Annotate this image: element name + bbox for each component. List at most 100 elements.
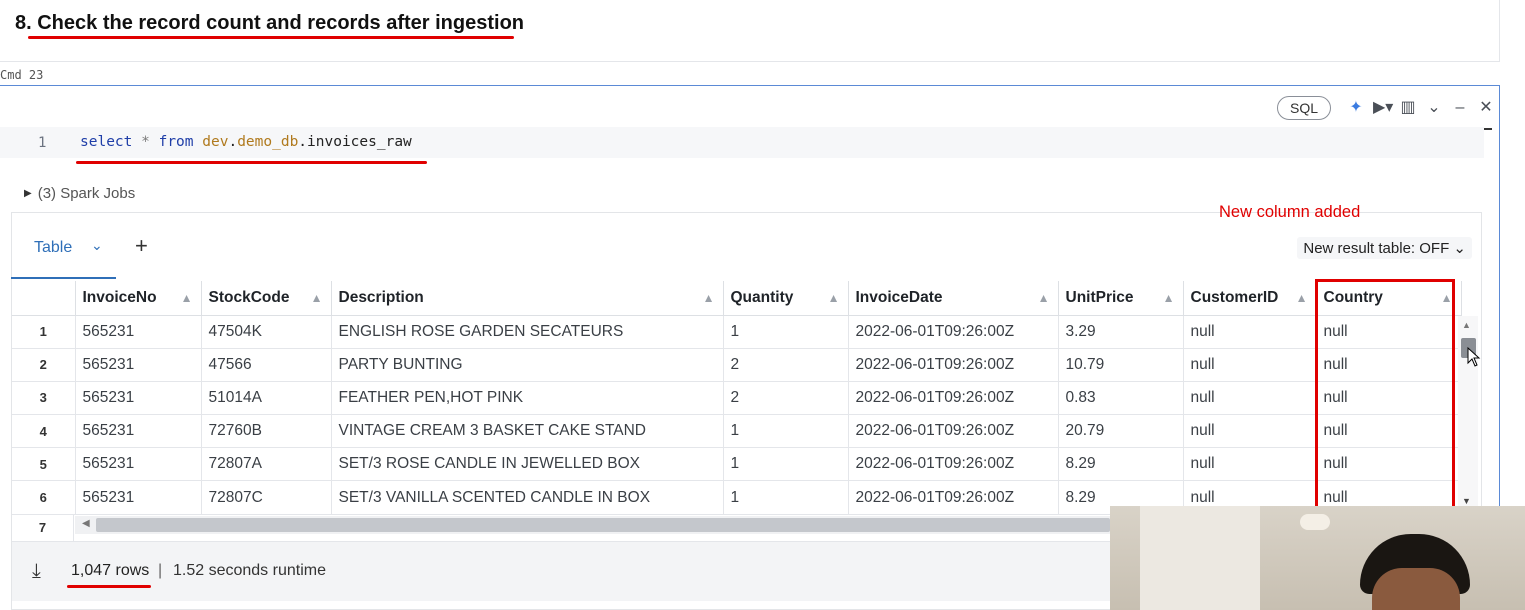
column-header[interactable]: Quantity ▲ bbox=[723, 281, 849, 316]
table-cell[interactable]: null bbox=[1183, 348, 1317, 382]
scroll-left-icon[interactable]: ◀ bbox=[82, 518, 90, 529]
minimize-icon[interactable]: – bbox=[1451, 99, 1469, 117]
table-row[interactable]: 5 565231 72807A SET/3 ROSE CANDLE IN JEW… bbox=[12, 447, 1462, 482]
annotation-text: New column added bbox=[1219, 203, 1361, 221]
column-header-label: UnitPrice bbox=[1065, 288, 1134, 306]
chevron-down-icon[interactable]: ⌄ bbox=[91, 237, 103, 254]
chevron-down-icon[interactable]: ⌄ bbox=[1425, 99, 1443, 117]
table-cell[interactable]: 72807A bbox=[201, 447, 332, 482]
table-cell[interactable]: PARTY BUNTING bbox=[331, 348, 724, 382]
chevron-down-icon: ⌄ bbox=[1453, 240, 1466, 257]
webcam-overlay bbox=[1110, 506, 1525, 610]
table-cell[interactable]: 2022-06-01T09:26:00Z bbox=[848, 381, 1059, 416]
red-underline-code bbox=[76, 161, 427, 164]
table-cell[interactable]: 51014A bbox=[201, 381, 332, 416]
result-tabbar: Table ⌄ + New result table: OFF ⌄ bbox=[11, 228, 1482, 280]
sparkle-icon[interactable]: ✦ bbox=[1347, 99, 1365, 117]
table-cell[interactable]: 565231 bbox=[75, 315, 202, 349]
table-cell[interactable]: 2022-06-01T09:26:00Z bbox=[848, 447, 1059, 482]
background-window bbox=[1140, 506, 1260, 610]
table-cell[interactable]: 8.29 bbox=[1058, 447, 1184, 482]
table-cell[interactable]: 1 bbox=[723, 414, 849, 449]
code-star: * bbox=[132, 134, 159, 150]
spark-jobs-toggle[interactable]: ▶ (3) Spark Jobs bbox=[24, 185, 135, 202]
sort-icon[interactable]: ▲ bbox=[828, 291, 840, 305]
table-cell[interactable]: 2022-06-01T09:26:00Z bbox=[848, 315, 1059, 349]
table-cell[interactable]: null bbox=[1183, 414, 1317, 449]
table-cell[interactable]: 2022-06-01T09:26:00Z bbox=[848, 480, 1059, 515]
sort-icon[interactable]: ▲ bbox=[703, 291, 715, 305]
line-number: 1 bbox=[38, 135, 47, 151]
table-cell[interactable]: 2022-06-01T09:26:00Z bbox=[848, 414, 1059, 449]
section-heading: 8. Check the record count and records af… bbox=[15, 12, 525, 34]
table-cell[interactable]: 72807C bbox=[201, 480, 332, 515]
add-tab-icon[interactable]: + bbox=[135, 233, 148, 259]
table-cell[interactable]: 565231 bbox=[75, 480, 202, 515]
table-cell[interactable]: 565231 bbox=[75, 381, 202, 416]
table-cell[interactable]: 20.79 bbox=[1058, 414, 1184, 449]
code-table: invoices_raw bbox=[307, 134, 412, 150]
table-cell[interactable]: 565231 bbox=[75, 447, 202, 482]
table-cell[interactable]: null bbox=[1183, 447, 1317, 482]
sort-icon[interactable]: ▲ bbox=[1296, 291, 1308, 305]
table-cell[interactable]: 565231 bbox=[75, 348, 202, 382]
cmd-label: Cmd 23 bbox=[0, 68, 44, 82]
table-cell[interactable]: 3.29 bbox=[1058, 315, 1184, 349]
table-cell[interactable]: 2022-06-01T09:26:00Z bbox=[848, 348, 1059, 382]
table-cell[interactable]: 1 bbox=[723, 480, 849, 515]
table-cell[interactable]: 10.79 bbox=[1058, 348, 1184, 382]
column-header[interactable]: StockCode ▲ bbox=[201, 281, 332, 316]
column-header[interactable]: UnitPrice ▲ bbox=[1058, 281, 1184, 316]
column-header-label: StockCode bbox=[208, 288, 290, 306]
close-icon[interactable]: ✕ bbox=[1477, 99, 1495, 117]
scroll-down-icon[interactable]: ▼ bbox=[1462, 496, 1471, 506]
table-cell[interactable]: null bbox=[1183, 315, 1317, 349]
column-header[interactable]: InvoiceNo ▲ bbox=[75, 281, 202, 316]
row-number: 7 bbox=[12, 514, 74, 542]
table-cell[interactable]: 47504K bbox=[201, 315, 332, 349]
new-result-table-toggle[interactable]: New result table: OFF ⌄ bbox=[1297, 237, 1472, 259]
sort-icon[interactable]: ▲ bbox=[1163, 291, 1175, 305]
scroll-up-icon[interactable]: ▲ bbox=[1462, 320, 1471, 330]
horizontal-scroll-thumb[interactable] bbox=[96, 518, 1110, 532]
table-cell[interactable]: 2 bbox=[723, 348, 849, 382]
sort-icon[interactable]: ▲ bbox=[1038, 291, 1050, 305]
code-line[interactable]: select * from dev.demo_db.invoices_raw bbox=[80, 134, 412, 150]
table-row[interactable]: 4 565231 72760B VINTAGE CREAM 3 BASKET C… bbox=[12, 414, 1462, 449]
table-cell[interactable]: 1 bbox=[723, 447, 849, 482]
row-number: 5 bbox=[12, 447, 76, 482]
row-number: 6 bbox=[12, 480, 76, 515]
table-cell[interactable]: 0.83 bbox=[1058, 381, 1184, 416]
table-cell[interactable]: ENGLISH ROSE GARDEN SECATEURS bbox=[331, 315, 724, 349]
sort-icon[interactable]: ▲ bbox=[311, 291, 323, 305]
table-row[interactable]: 1 565231 47504K ENGLISH ROSE GARDEN SECA… bbox=[12, 315, 1462, 349]
column-header[interactable]: InvoiceDate ▲ bbox=[848, 281, 1059, 316]
row-number: 4 bbox=[12, 414, 76, 449]
download-icon[interactable]: ⤓ bbox=[32, 560, 41, 583]
runtime-text: 1.52 seconds runtime bbox=[173, 562, 326, 579]
active-tab-indicator bbox=[11, 277, 116, 279]
table-cell[interactable]: null bbox=[1183, 381, 1317, 416]
sort-icon[interactable]: ▲ bbox=[181, 291, 193, 305]
code-schema: demo_db bbox=[237, 134, 299, 150]
table-cell[interactable]: SET/3 VANILLA SCENTED CANDLE IN BOX bbox=[331, 480, 724, 515]
table-cell[interactable]: 2 bbox=[723, 381, 849, 416]
heading-cell: 8. Check the record count and records af… bbox=[0, 0, 1500, 62]
separator: | bbox=[158, 562, 163, 579]
table-cell[interactable]: 47566 bbox=[201, 348, 332, 382]
caret-right-icon: ▶ bbox=[24, 188, 32, 199]
table-cell[interactable]: VINTAGE CREAM 3 BASKET CAKE STAND bbox=[331, 414, 724, 449]
run-icon[interactable]: ▶▾ bbox=[1373, 99, 1393, 117]
table-row[interactable]: 2 565231 47566 PARTY BUNTING 2 2022-06-0… bbox=[12, 348, 1462, 382]
chart-icon[interactable]: ▥ bbox=[1399, 99, 1417, 117]
table-row[interactable]: 3 565231 51014A FEATHER PEN,HOT PINK 2 2… bbox=[12, 381, 1462, 416]
tab-table[interactable]: Table bbox=[34, 239, 72, 257]
table-cell[interactable]: SET/3 ROSE CANDLE IN JEWELLED BOX bbox=[331, 447, 724, 482]
column-header[interactable]: CustomerID ▲ bbox=[1183, 281, 1317, 316]
table-cell[interactable]: 1 bbox=[723, 315, 849, 349]
table-cell[interactable]: 565231 bbox=[75, 414, 202, 449]
table-cell[interactable]: 72760B bbox=[201, 414, 332, 449]
language-selector[interactable]: SQL bbox=[1276, 96, 1331, 120]
column-header[interactable]: Description ▲ bbox=[331, 281, 724, 316]
table-cell[interactable]: FEATHER PEN,HOT PINK bbox=[331, 381, 724, 416]
